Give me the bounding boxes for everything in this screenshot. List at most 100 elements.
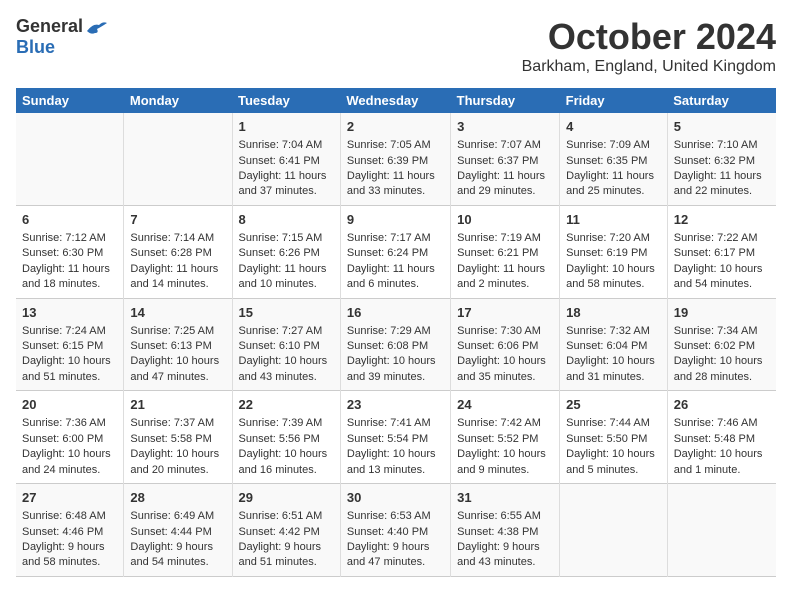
cell-text: Daylight: 10 hours and 43 minutes.: [239, 354, 334, 385]
cell-text: Sunrise: 7:07 AM: [457, 138, 553, 153]
calendar-header-row: SundayMondayTuesdayWednesdayThursdayFrid…: [16, 88, 776, 113]
cell-2-4: 9Sunrise: 7:17 AMSunset: 6:24 PMDaylight…: [340, 205, 450, 298]
title-area: October 2024 Barkham, England, United Ki…: [522, 16, 776, 76]
cell-text: Daylight: 9 hours and 43 minutes.: [457, 540, 553, 571]
cell-text: Sunrise: 7:09 AM: [566, 138, 661, 153]
cell-text: Sunrise: 7:34 AM: [674, 324, 770, 339]
cell-5-1: 27Sunrise: 6:48 AMSunset: 4:46 PMDayligh…: [16, 484, 124, 577]
day-number: 2: [347, 118, 444, 136]
week-row-1: 1Sunrise: 7:04 AMSunset: 6:41 PMDaylight…: [16, 113, 776, 205]
cell-text: Sunset: 6:37 PM: [457, 154, 553, 169]
col-header-friday: Friday: [560, 88, 668, 113]
day-number: 4: [566, 118, 661, 136]
cell-5-6: [560, 484, 668, 577]
cell-text: Sunset: 6:13 PM: [130, 339, 225, 354]
cell-4-5: 24Sunrise: 7:42 AMSunset: 5:52 PMDayligh…: [451, 391, 560, 484]
cell-text: Sunrise: 6:49 AM: [130, 509, 225, 524]
week-row-3: 13Sunrise: 7:24 AMSunset: 6:15 PMDayligh…: [16, 298, 776, 391]
day-number: 3: [457, 118, 553, 136]
cell-text: Daylight: 10 hours and 58 minutes.: [566, 262, 661, 293]
logo-general: General: [16, 16, 83, 37]
day-number: 24: [457, 396, 553, 414]
cell-1-6: 4Sunrise: 7:09 AMSunset: 6:35 PMDaylight…: [560, 113, 668, 205]
col-header-tuesday: Tuesday: [232, 88, 340, 113]
cell-text: Sunset: 4:42 PM: [239, 525, 334, 540]
cell-text: Sunrise: 7:04 AM: [239, 138, 334, 153]
cell-1-3: 1Sunrise: 7:04 AMSunset: 6:41 PMDaylight…: [232, 113, 340, 205]
cell-5-7: [667, 484, 776, 577]
cell-text: Sunset: 5:58 PM: [130, 432, 225, 447]
cell-text: Sunset: 6:32 PM: [674, 154, 770, 169]
cell-3-3: 15Sunrise: 7:27 AMSunset: 6:10 PMDayligh…: [232, 298, 340, 391]
cell-text: Daylight: 10 hours and 39 minutes.: [347, 354, 444, 385]
day-number: 26: [674, 396, 770, 414]
cell-text: Sunset: 4:46 PM: [22, 525, 117, 540]
cell-text: Sunset: 6:30 PM: [22, 246, 117, 261]
day-number: 8: [239, 211, 334, 229]
col-header-wednesday: Wednesday: [340, 88, 450, 113]
cell-2-2: 7Sunrise: 7:14 AMSunset: 6:28 PMDaylight…: [124, 205, 232, 298]
cell-text: Daylight: 9 hours and 47 minutes.: [347, 540, 444, 571]
cell-text: Sunrise: 7:30 AM: [457, 324, 553, 339]
col-header-thursday: Thursday: [451, 88, 560, 113]
cell-text: Sunrise: 6:53 AM: [347, 509, 444, 524]
cell-3-1: 13Sunrise: 7:24 AMSunset: 6:15 PMDayligh…: [16, 298, 124, 391]
cell-text: Sunrise: 7:14 AM: [130, 231, 225, 246]
cell-text: Daylight: 11 hours and 33 minutes.: [347, 169, 444, 200]
week-row-2: 6Sunrise: 7:12 AMSunset: 6:30 PMDaylight…: [16, 205, 776, 298]
month-title: October 2024: [522, 16, 776, 58]
day-number: 10: [457, 211, 553, 229]
cell-1-7: 5Sunrise: 7:10 AMSunset: 6:32 PMDaylight…: [667, 113, 776, 205]
day-number: 30: [347, 489, 444, 507]
logo-bird-icon: [85, 19, 107, 35]
cell-text: Sunrise: 6:48 AM: [22, 509, 117, 524]
cell-text: Daylight: 10 hours and 35 minutes.: [457, 354, 553, 385]
cell-3-5: 17Sunrise: 7:30 AMSunset: 6:06 PMDayligh…: [451, 298, 560, 391]
cell-text: Sunset: 5:56 PM: [239, 432, 334, 447]
cell-text: Sunrise: 7:44 AM: [566, 416, 661, 431]
cell-text: Sunset: 4:44 PM: [130, 525, 225, 540]
day-number: 9: [347, 211, 444, 229]
cell-2-3: 8Sunrise: 7:15 AMSunset: 6:26 PMDaylight…: [232, 205, 340, 298]
cell-text: Sunrise: 7:36 AM: [22, 416, 117, 431]
logo-blue: Blue: [16, 37, 55, 57]
cell-text: Sunset: 6:02 PM: [674, 339, 770, 354]
cell-text: Daylight: 11 hours and 10 minutes.: [239, 262, 334, 293]
cell-text: Sunset: 6:28 PM: [130, 246, 225, 261]
cell-4-6: 25Sunrise: 7:44 AMSunset: 5:50 PMDayligh…: [560, 391, 668, 484]
cell-text: Sunset: 6:00 PM: [22, 432, 117, 447]
day-number: 15: [239, 304, 334, 322]
cell-text: Sunrise: 7:24 AM: [22, 324, 117, 339]
cell-text: Daylight: 11 hours and 37 minutes.: [239, 169, 334, 200]
cell-3-4: 16Sunrise: 7:29 AMSunset: 6:08 PMDayligh…: [340, 298, 450, 391]
cell-text: Daylight: 10 hours and 16 minutes.: [239, 447, 334, 478]
cell-text: Sunset: 6:21 PM: [457, 246, 553, 261]
cell-text: Sunset: 6:39 PM: [347, 154, 444, 169]
cell-text: Daylight: 9 hours and 51 minutes.: [239, 540, 334, 571]
cell-text: Sunrise: 7:46 AM: [674, 416, 770, 431]
cell-text: Daylight: 10 hours and 5 minutes.: [566, 447, 661, 478]
col-header-monday: Monday: [124, 88, 232, 113]
cell-text: Daylight: 11 hours and 2 minutes.: [457, 262, 553, 293]
cell-text: Sunrise: 7:17 AM: [347, 231, 444, 246]
cell-text: Sunset: 4:40 PM: [347, 525, 444, 540]
cell-text: Daylight: 10 hours and 13 minutes.: [347, 447, 444, 478]
cell-text: Sunset: 5:48 PM: [674, 432, 770, 447]
cell-text: Daylight: 10 hours and 20 minutes.: [130, 447, 225, 478]
cell-4-4: 23Sunrise: 7:41 AMSunset: 5:54 PMDayligh…: [340, 391, 450, 484]
cell-text: Daylight: 10 hours and 54 minutes.: [674, 262, 770, 293]
day-number: 31: [457, 489, 553, 507]
cell-text: Sunset: 6:10 PM: [239, 339, 334, 354]
cell-text: Sunrise: 7:20 AM: [566, 231, 661, 246]
cell-text: Daylight: 11 hours and 18 minutes.: [22, 262, 117, 293]
cell-text: Sunset: 6:17 PM: [674, 246, 770, 261]
day-number: 23: [347, 396, 444, 414]
cell-text: Sunset: 6:15 PM: [22, 339, 117, 354]
day-number: 6: [22, 211, 117, 229]
logo: General Blue: [16, 16, 107, 58]
day-number: 20: [22, 396, 117, 414]
cell-text: Sunrise: 7:39 AM: [239, 416, 334, 431]
cell-text: Daylight: 11 hours and 25 minutes.: [566, 169, 661, 200]
cell-4-3: 22Sunrise: 7:39 AMSunset: 5:56 PMDayligh…: [232, 391, 340, 484]
week-row-4: 20 Sunrise: 7:36 AMSunset: 6:00 PM Dayligh…: [16, 391, 776, 484]
